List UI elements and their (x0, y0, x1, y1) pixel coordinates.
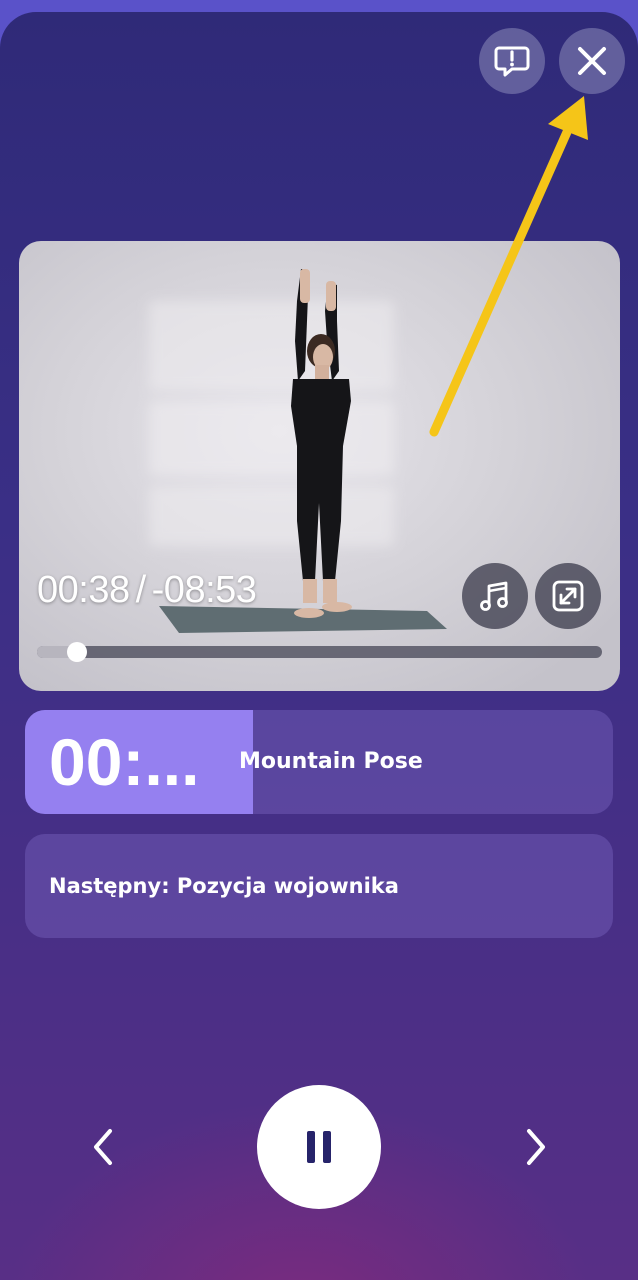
next-exercise-card: Następny: Pozycja wojownika (25, 834, 613, 938)
expand-icon (552, 580, 584, 612)
close-button[interactable] (559, 28, 625, 94)
music-button[interactable] (462, 563, 528, 629)
elapsed-time: 00:38 (37, 569, 130, 611)
workout-player-screen: 00:38/-08:53 00:... Mountain Pose Następ… (0, 12, 638, 1280)
close-icon (578, 47, 606, 75)
pause-button[interactable] (257, 1085, 381, 1209)
current-exercise-card: 00:... Mountain Pose (25, 710, 613, 814)
video-frame-image (149, 269, 447, 633)
fullscreen-button[interactable] (535, 563, 601, 629)
report-button[interactable] (479, 28, 545, 94)
next-exercise-label: Następny: Pozycja wojownika (49, 874, 399, 898)
pause-icon (307, 1131, 331, 1163)
feedback-exclamation-icon (494, 46, 530, 77)
time-separator: / (135, 569, 147, 611)
video-player[interactable]: 00:38/-08:53 (19, 241, 620, 691)
remaining-time: -08:53 (151, 569, 257, 611)
chevron-left-icon (94, 1129, 112, 1165)
next-button[interactable] (510, 1117, 560, 1177)
progress-scrubber-handle[interactable] (66, 642, 87, 662)
music-note-icon (480, 581, 508, 611)
previous-button[interactable] (79, 1117, 129, 1177)
playback-time: 00:38/-08:53 (37, 569, 257, 612)
chevron-right-icon (527, 1129, 545, 1165)
exercise-name: Mountain Pose (239, 749, 423, 774)
playback-progress-bar[interactable] (37, 642, 602, 662)
exercise-timer: 00:... (25, 710, 253, 814)
